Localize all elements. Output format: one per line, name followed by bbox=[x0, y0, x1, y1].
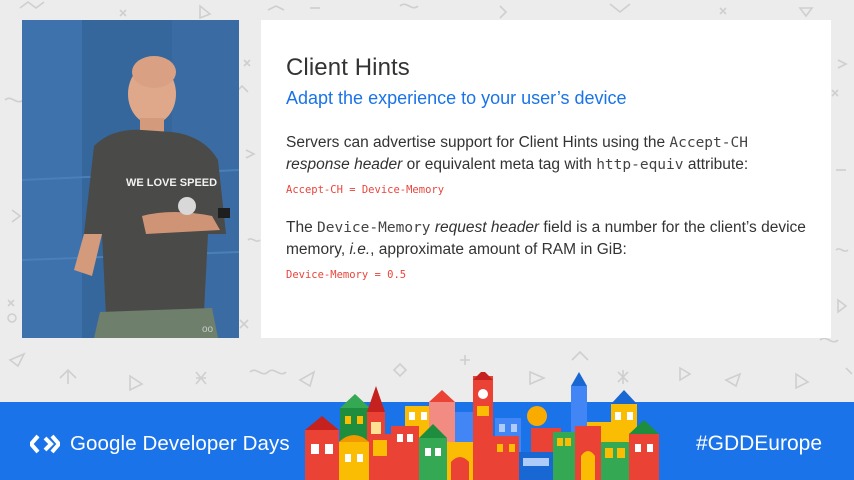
inline-code: http-equiv bbox=[596, 157, 684, 173]
inline-code: Device-Memory bbox=[317, 220, 431, 236]
gdd-chevron-logo-icon bbox=[30, 434, 60, 454]
colorful-city-skyline-icon bbox=[305, 372, 665, 480]
paragraph-device-memory: The Device-Memory request header field i… bbox=[286, 217, 816, 260]
presentation-slide: Client Hints Adapt the experience to you… bbox=[261, 20, 831, 338]
text: or equivalent meta tag with bbox=[402, 156, 597, 173]
code-sample-accept-ch: Accept-CH = Device-Memory bbox=[286, 184, 445, 196]
slide-title: Client Hints bbox=[286, 54, 410, 81]
paragraph-accept-ch: Servers can advertise support for Client… bbox=[286, 132, 816, 176]
slide-subtitle: Adapt the experience to your user’s devi… bbox=[286, 88, 627, 108]
brand-name: Google Developer Days bbox=[70, 432, 290, 455]
svg-text:oo: oo bbox=[202, 324, 214, 335]
emphasis: response header bbox=[286, 156, 403, 173]
text: The bbox=[286, 219, 318, 236]
shirt-text: WE LOVE SPEED bbox=[126, 177, 217, 189]
text: attribute: bbox=[683, 156, 749, 173]
brand: Google Developer Days bbox=[30, 432, 290, 456]
emphasis: request header bbox=[434, 219, 540, 236]
text: Servers can advertise support for Client… bbox=[286, 134, 670, 151]
emphasis: i.e. bbox=[349, 241, 371, 258]
event-hashtag: #GDDEurope bbox=[695, 432, 822, 455]
inline-code: Accept-CH bbox=[669, 135, 748, 151]
text: , approximate amount of RAM in GiB: bbox=[370, 241, 627, 258]
speaker-video[interactable]: WE LOVE SPEED oo bbox=[22, 20, 239, 338]
code-sample-device-memory: Device-Memory = 0.5 bbox=[286, 269, 407, 281]
